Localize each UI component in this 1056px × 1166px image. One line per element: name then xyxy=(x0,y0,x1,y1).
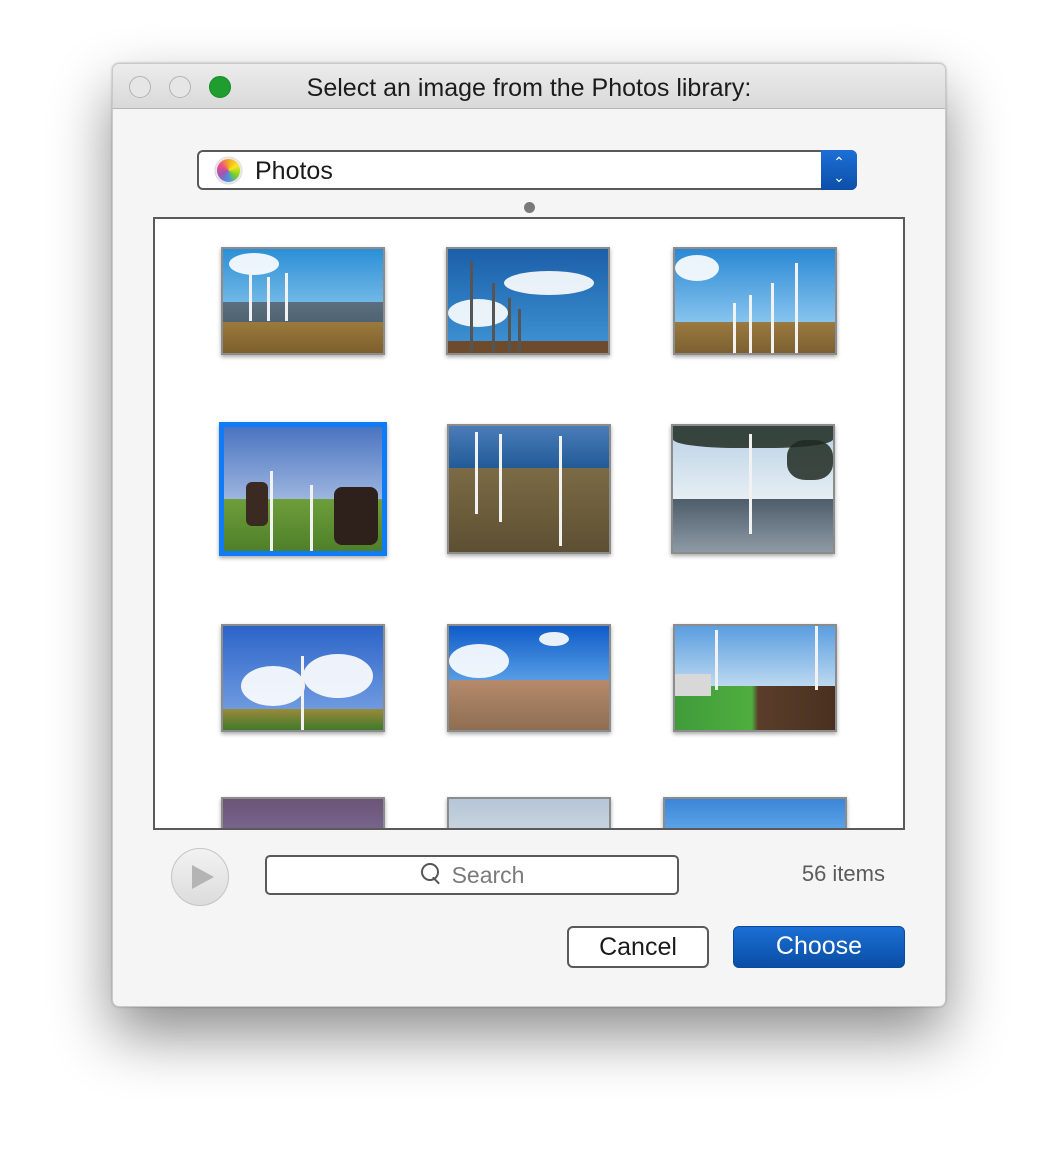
thumbnail[interactable] xyxy=(446,247,610,355)
play-slideshow-icon xyxy=(192,865,214,889)
window-title-text: Select an image from the Photos library: xyxy=(306,74,752,102)
thumbnail[interactable] xyxy=(447,424,611,554)
up-down-chevrons-icon[interactable]: ⌃ ⌄ xyxy=(821,150,857,190)
item-count: 56 items xyxy=(801,861,885,886)
thumbnail[interactable] xyxy=(221,797,385,828)
search-placeholder: Search xyxy=(451,862,525,888)
title-bar: Select an image from the Photos library: xyxy=(113,64,945,109)
photos-app-icon xyxy=(215,157,242,184)
thumbnail[interactable] xyxy=(447,624,611,732)
source-popup-button[interactable]: Photos ⌃ ⌄ xyxy=(197,150,857,190)
thumbnail[interactable] xyxy=(671,424,835,554)
thumbnail[interactable] xyxy=(221,247,385,355)
window-title: Select an image from the Photos library: xyxy=(113,74,945,103)
thumbnail[interactable] xyxy=(673,247,837,355)
resize-handle-dot[interactable] xyxy=(524,202,535,213)
search-field[interactable]: Search xyxy=(265,855,679,895)
photos-picker-dialog: Select an image from the Photos library:… xyxy=(112,63,946,1007)
cancel-button[interactable]: Cancel xyxy=(567,926,709,968)
choose-button[interactable]: Choose xyxy=(733,926,905,968)
thumbnail[interactable] xyxy=(673,624,837,732)
magnifier-icon xyxy=(420,862,444,886)
image-browser[interactable] xyxy=(153,217,905,830)
thumbnail[interactable] xyxy=(221,624,385,732)
thumbnail[interactable] xyxy=(663,797,847,828)
thumbnail-selected[interactable] xyxy=(219,422,387,556)
play-slideshow-button[interactable] xyxy=(171,848,229,906)
source-popup-label: Photos xyxy=(255,157,333,185)
thumbnail[interactable] xyxy=(447,797,611,828)
